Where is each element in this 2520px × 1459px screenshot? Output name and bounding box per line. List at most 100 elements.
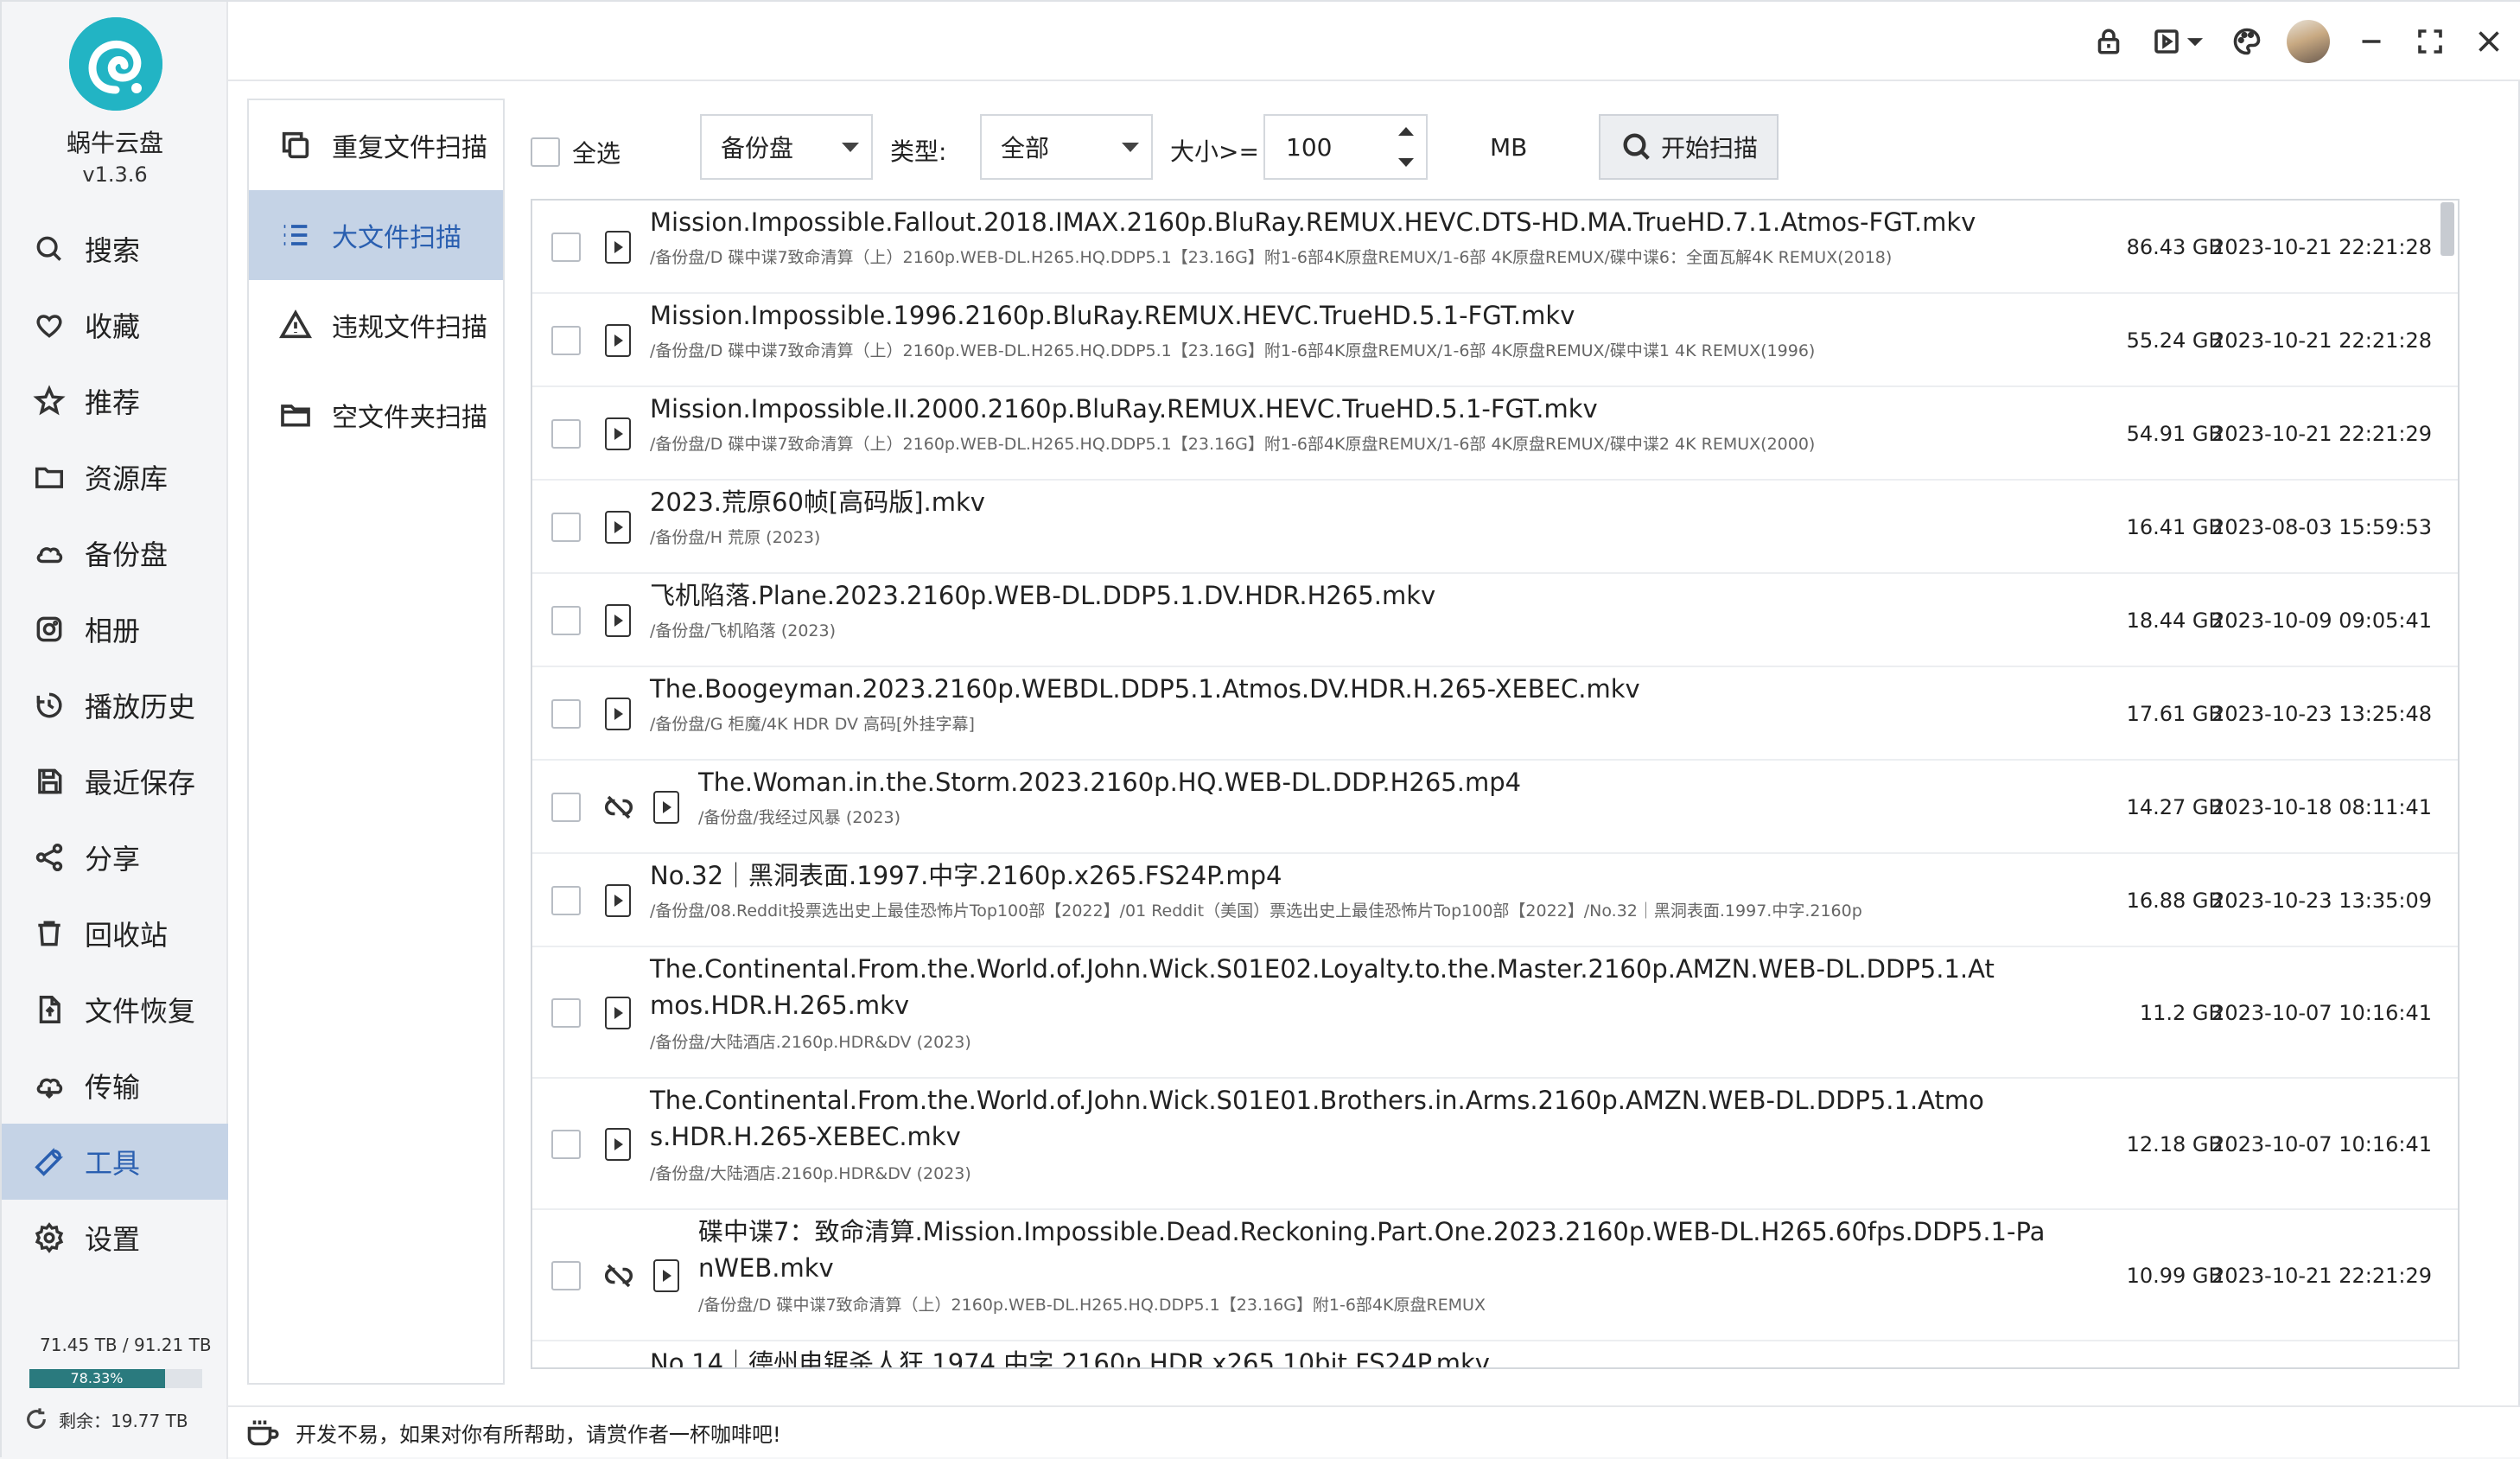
file-name[interactable]: The.Boogeyman.2023.2160p.WEBDL.DDP5.1.At… [650, 671, 1998, 707]
file-path: /备份盘/我经过风暴 (2023) [698, 808, 901, 827]
sidebar-item-backup[interactable]: 备份盘 [2, 515, 228, 591]
sidebar-item-library[interactable]: 资源库 [2, 439, 228, 515]
row-checkbox[interactable] [551, 998, 581, 1028]
video-file-icon [653, 791, 679, 824]
player-button[interactable] [2143, 17, 2212, 66]
file-name[interactable]: 2023.荒原60帧[高码版].mkv [650, 484, 1998, 520]
table-row[interactable]: 2023.荒原60帧[高码版].mkv/备份盘/H 荒原 (2023) 16.41… [532, 481, 2458, 574]
size-stepper[interactable]: 100 [1263, 114, 1428, 180]
sidebar: 蜗牛云盘 v1.3.6 搜索 收藏 推荐 资源库 备份盘 相册 播放历史 最近保… [2, 2, 228, 1459]
start-scan-label: 开始扫描 [1660, 134, 1758, 162]
file-date: 2023-10-18 08:11:41 [2211, 795, 2432, 819]
type-select[interactable]: 全部 [980, 114, 1153, 180]
lock-button[interactable] [2084, 17, 2133, 66]
table-row[interactable]: 飞机陷落.Plane.2023.2160p.WEB-DL.DDP5.1.DV.H… [532, 574, 2458, 667]
table-row[interactable]: Mission.Impossible.1996.2160p.BluRay.REM… [532, 294, 2458, 387]
close-button[interactable] [2465, 17, 2513, 66]
file-path: /备份盘/D 碟中谍7致命清算（上）2160p.WEB-DL.H265.HQ.D… [698, 1296, 1486, 1315]
table-row[interactable]: The.Boogeyman.2023.2160p.WEBDL.DDP5.1.At… [532, 667, 2458, 761]
table-row[interactable]: The.Continental.From.the.World.of.John.W… [532, 947, 2458, 1079]
file-size: 12.18 GB [2126, 1132, 2223, 1156]
table-row[interactable]: The.Woman.in.the.Storm.2023.2160p.HQ.WEB… [532, 761, 2458, 854]
minimize-button[interactable] [2347, 17, 2396, 66]
sidebar-item-recent-saves[interactable]: 最近保存 [2, 743, 228, 819]
scrollbar-thumb[interactable] [2440, 202, 2454, 256]
row-checkbox[interactable] [551, 886, 581, 915]
sidebar-item-settings[interactable]: 设置 [2, 1200, 228, 1276]
tool-duplicate-scan[interactable]: 重复文件扫描 [249, 100, 503, 190]
app-name: 蜗牛云盘 [66, 129, 163, 157]
theme-button[interactable] [2223, 17, 2271, 66]
tool-large-file-scan[interactable]: 大文件扫描 [249, 190, 503, 280]
table-row[interactable]: No.14｜德州电锯杀人狂.1974.中字.2160p.HDR.x265.10b… [532, 1341, 2458, 1367]
row-checkbox[interactable] [551, 419, 581, 449]
row-checkbox[interactable] [551, 513, 581, 542]
file-name[interactable]: The.Continental.From.the.World.of.John.W… [650, 1082, 1998, 1155]
sidebar-item-share[interactable]: 分享 [2, 819, 228, 895]
table-row[interactable]: No.32｜黑洞表面.1997.中字.2160p.x265.FS24P.mp4 /… [532, 854, 2458, 947]
sidebar-item-file-restore[interactable]: 文件恢复 [2, 972, 228, 1048]
camera-icon [36, 616, 62, 642]
size-decrement-button[interactable] [1386, 147, 1426, 178]
video-file-icon [605, 997, 631, 1029]
tool-empty-folder-scan[interactable]: 空文件夹扫描 [249, 370, 503, 460]
sidebar-item-recycle-bin[interactable]: 回收站 [2, 895, 228, 972]
table-row[interactable]: Mission.Impossible.II.2000.2160p.BluRay.… [532, 387, 2458, 481]
sidebar-item-favorites[interactable]: 收藏 [2, 287, 228, 363]
type-label: 类型: [890, 137, 947, 166]
row-checkbox[interactable] [551, 606, 581, 635]
file-name[interactable]: 飞机陷落.Plane.2023.2160p.WEB-DL.DDP5.1.DV.H… [650, 577, 1998, 614]
sidebar-item-album[interactable]: 相册 [2, 591, 228, 667]
file-size: 55.24 GB [2126, 328, 2223, 353]
sidebar-item-label: 收藏 [85, 310, 141, 343]
select-all-checkbox[interactable] [531, 137, 560, 167]
sidebar-item-search[interactable]: 搜索 [2, 211, 228, 287]
row-checkbox[interactable] [551, 233, 581, 262]
size-input[interactable]: 100 [1286, 133, 1332, 162]
video-file-icon [653, 1259, 679, 1292]
file-name[interactable]: No.32｜黑洞表面.1997.中字.2160p.x265.FS24P.mp4 [650, 857, 1998, 894]
file-list: Mission.Impossible.Fallout.2018.IMAX.216… [531, 199, 2460, 1369]
start-scan-button[interactable]: 开始扫描 [1599, 114, 1779, 180]
row-checkbox[interactable] [551, 1261, 581, 1290]
file-name[interactable]: 碟中谍7：致命清算.Mission.Impossible.Dead.Reckon… [698, 1214, 2046, 1286]
table-row[interactable]: Mission.Impossible.Fallout.2018.IMAX.216… [532, 201, 2458, 294]
duplicate-icon [282, 131, 309, 159]
footer-bar[interactable]: 开发不易，如果对你有所帮助，请赏作者一杯咖啡吧! [228, 1405, 2520, 1457]
file-name[interactable]: The.Woman.in.the.Storm.2023.2160p.HQ.WEB… [698, 764, 2046, 800]
cloud-icon [36, 547, 63, 564]
size-increment-button[interactable] [1386, 116, 1426, 147]
storage-progress-bar: 78.33% [29, 1369, 202, 1388]
tool-violation-scan[interactable]: 违规文件扫描 [249, 280, 503, 370]
table-row[interactable]: The.Continental.From.the.World.of.John.W… [532, 1079, 2458, 1210]
sidebar-nav: 搜索 收藏 推荐 资源库 备份盘 相册 播放历史 最近保存 分享 回收站 文件恢… [2, 211, 228, 1276]
row-checkbox[interactable] [551, 699, 581, 729]
chevron-down-icon [1122, 143, 1139, 152]
palette-icon [2233, 28, 2261, 55]
sidebar-item-transfer[interactable]: 传输 [2, 1048, 228, 1124]
row-checkbox[interactable] [551, 793, 581, 822]
file-name[interactable]: Mission.Impossible.1996.2160p.BluRay.REM… [650, 297, 1998, 334]
file-path: /备份盘/D 碟中谍7致命清算（上）2160p.WEB-DL.H265.HQ.D… [650, 435, 1816, 454]
file-name[interactable]: Mission.Impossible.Fallout.2018.IMAX.216… [650, 204, 1998, 240]
maximize-button[interactable] [2406, 17, 2454, 66]
file-name[interactable]: No.14｜德州电锯杀人狂.1974.中字.2160p.HDR.x265.10b… [650, 1345, 1998, 1367]
row-checkbox[interactable] [551, 1130, 581, 1159]
tool-label: 重复文件扫描 [332, 133, 487, 163]
sidebar-item-history[interactable]: 播放历史 [2, 667, 228, 743]
storage-remaining[interactable]: 剩余：19.77 TB [22, 1405, 188, 1433]
sidebar-item-tools[interactable]: 工具 [2, 1124, 228, 1200]
file-size: 17.61 GB [2126, 702, 2223, 726]
table-row[interactable]: 碟中谍7：致命清算.Mission.Impossible.Dead.Reckon… [532, 1210, 2458, 1341]
storage-percent: 78.33% [70, 1370, 124, 1386]
file-name[interactable]: Mission.Impossible.II.2000.2160p.BluRay.… [650, 391, 1998, 427]
drive-select[interactable]: 备份盘 [700, 114, 873, 180]
file-date: 2023-10-21 22:21:29 [2211, 422, 2432, 446]
sidebar-item-recommend[interactable]: 推荐 [2, 363, 228, 439]
select-all[interactable]: 全选 [531, 135, 620, 169]
folder-icon [35, 467, 63, 488]
row-checkbox[interactable] [551, 326, 581, 355]
search-icon [1623, 133, 1650, 160]
avatar[interactable] [2287, 20, 2330, 63]
file-name[interactable]: The.Continental.From.the.World.of.John.W… [650, 951, 1998, 1023]
